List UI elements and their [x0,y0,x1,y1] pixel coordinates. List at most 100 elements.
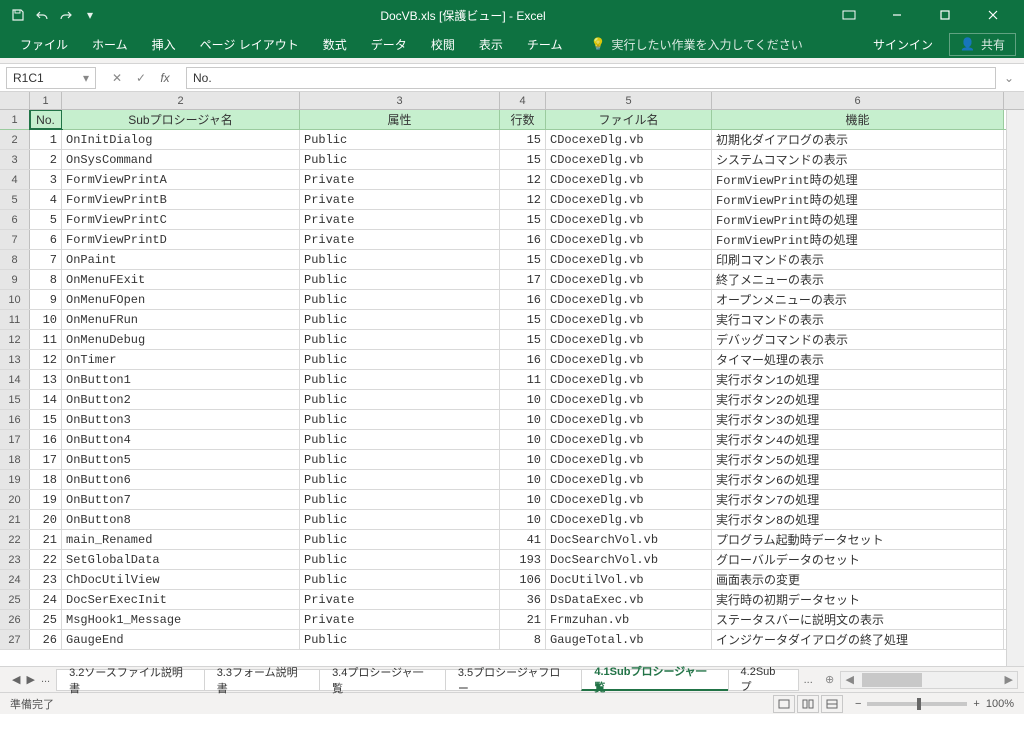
cell[interactable]: Public [300,330,500,349]
cell[interactable]: CDocexeDlg.vb [546,350,712,369]
row-header[interactable]: 12 [0,330,30,349]
cell[interactable]: 12 [30,350,62,369]
cell[interactable]: 10 [500,410,546,429]
sheet-tab[interactable]: 3.3フォーム説明書 [204,669,320,691]
spreadsheet-grid[interactable]: 123456 1No.Subプロシージャ名属性行数ファイル名機能21OnInit… [0,92,1024,666]
cell[interactable]: GaugeTotal.vb [546,630,712,649]
ribbon-display-icon[interactable] [826,1,872,29]
cell[interactable]: Public [300,630,500,649]
ribbon-tab-2[interactable]: 挿入 [140,30,188,58]
cell[interactable]: 8 [30,270,62,289]
cell[interactable]: Public [300,130,500,149]
cell[interactable]: Public [300,370,500,389]
header-cell[interactable]: Subプロシージャ名 [62,110,300,129]
cell[interactable]: Public [300,530,500,549]
cell[interactable]: 5 [30,210,62,229]
sheet-tab[interactable]: 3.2ソースファイル説明書 [56,669,205,691]
cell[interactable]: CDocexeDlg.vb [546,430,712,449]
row-header[interactable]: 18 [0,450,30,469]
cell[interactable]: OnSysCommand [62,150,300,169]
cell[interactable]: CDocexeDlg.vb [546,470,712,489]
cell[interactable]: 12 [500,190,546,209]
cell[interactable]: 41 [500,530,546,549]
cell[interactable]: Private [300,170,500,189]
cell[interactable]: Public [300,290,500,309]
row-header[interactable]: 17 [0,430,30,449]
cell[interactable]: 7 [30,250,62,269]
cell[interactable]: FormViewPrint時の処理 [712,190,1004,209]
cell[interactable]: 実行ボタン1の処理 [712,370,1004,389]
row-header[interactable]: 19 [0,470,30,489]
sheet-tab[interactable]: 4.2Subプ [728,669,799,691]
cell[interactable]: インジケータダイアログの終了処理 [712,630,1004,649]
cell[interactable]: OnMenuFRun [62,310,300,329]
cell[interactable]: ステータスバーに説明文の表示 [712,610,1004,629]
cell[interactable]: 6 [30,230,62,249]
zoom-slider[interactable] [867,702,967,706]
cell[interactable]: Private [300,190,500,209]
cell[interactable]: OnMenuFOpen [62,290,300,309]
cell[interactable]: OnButton6 [62,470,300,489]
cell[interactable]: Frmzuhan.vb [546,610,712,629]
cell[interactable]: 実行コマンドの表示 [712,310,1004,329]
cell[interactable]: 26 [30,630,62,649]
sheet-tab[interactable]: 4.1Subプロシージャ一覧 [581,669,728,691]
add-sheet-button[interactable]: ⊕ [819,669,841,691]
normal-view-icon[interactable] [773,695,795,713]
chevron-down-icon[interactable]: ▾ [83,71,89,85]
cell[interactable]: Public [300,350,500,369]
cell[interactable]: 1 [30,130,62,149]
sheet-nav-prev-icon[interactable]: ◀ [12,673,20,686]
ribbon-tab-6[interactable]: 校閲 [419,30,467,58]
cell[interactable]: オープンメニューの表示 [712,290,1004,309]
col-header[interactable]: 4 [500,92,546,109]
cell[interactable]: Public [300,150,500,169]
cell[interactable]: 実行ボタン5の処理 [712,450,1004,469]
cell[interactable]: 実行ボタン3の処理 [712,410,1004,429]
cell[interactable]: 16 [500,230,546,249]
cell[interactable]: ChDocUtilView [62,570,300,589]
qat-customize-icon[interactable]: ▾ [80,5,100,25]
cell[interactable]: 16 [500,290,546,309]
signin-link[interactable]: サインイン [861,36,945,53]
header-cell[interactable]: 機能 [712,110,1004,129]
cell[interactable]: 106 [500,570,546,589]
row-header[interactable]: 14 [0,370,30,389]
zoom-control[interactable]: − + 100% [855,698,1014,710]
ribbon-tab-0[interactable]: ファイル [8,30,80,58]
cell[interactable]: 16 [500,350,546,369]
cell[interactable]: CDocexeDlg.vb [546,150,712,169]
cell[interactable]: FormViewPrint時の処理 [712,170,1004,189]
cell[interactable]: CDocexeDlg.vb [546,210,712,229]
row-header[interactable]: 6 [0,210,30,229]
col-header[interactable]: 5 [546,92,712,109]
cell[interactable]: 15 [30,410,62,429]
vertical-scrollbar[interactable] [1006,110,1024,666]
row-header[interactable]: 23 [0,550,30,569]
cell[interactable]: Public [300,510,500,529]
cell[interactable]: 18 [30,470,62,489]
cell[interactable]: Private [300,610,500,629]
row-header[interactable]: 15 [0,390,30,409]
save-icon[interactable] [8,5,28,25]
cell[interactable]: 10 [500,390,546,409]
row-header[interactable]: 24 [0,570,30,589]
cell[interactable]: Public [300,250,500,269]
cell[interactable]: FormViewPrintA [62,170,300,189]
cell[interactable]: 15 [500,310,546,329]
cell[interactable]: 193 [500,550,546,569]
cell[interactable]: OnMenuFExit [62,270,300,289]
cell[interactable]: FormViewPrintD [62,230,300,249]
cell[interactable]: 2 [30,150,62,169]
cell[interactable]: 終了メニューの表示 [712,270,1004,289]
enter-icon[interactable]: ✓ [130,67,152,89]
row-header[interactable]: 10 [0,290,30,309]
formula-input[interactable]: No. [186,67,996,89]
cell[interactable]: 10 [30,310,62,329]
cell[interactable]: Public [300,410,500,429]
ribbon-tab-3[interactable]: ページ レイアウト [188,30,311,58]
fx-icon[interactable]: fx [154,67,176,89]
cell[interactable]: FormViewPrint時の処理 [712,230,1004,249]
row-header[interactable]: 2 [0,130,30,149]
cell[interactable]: 17 [30,450,62,469]
